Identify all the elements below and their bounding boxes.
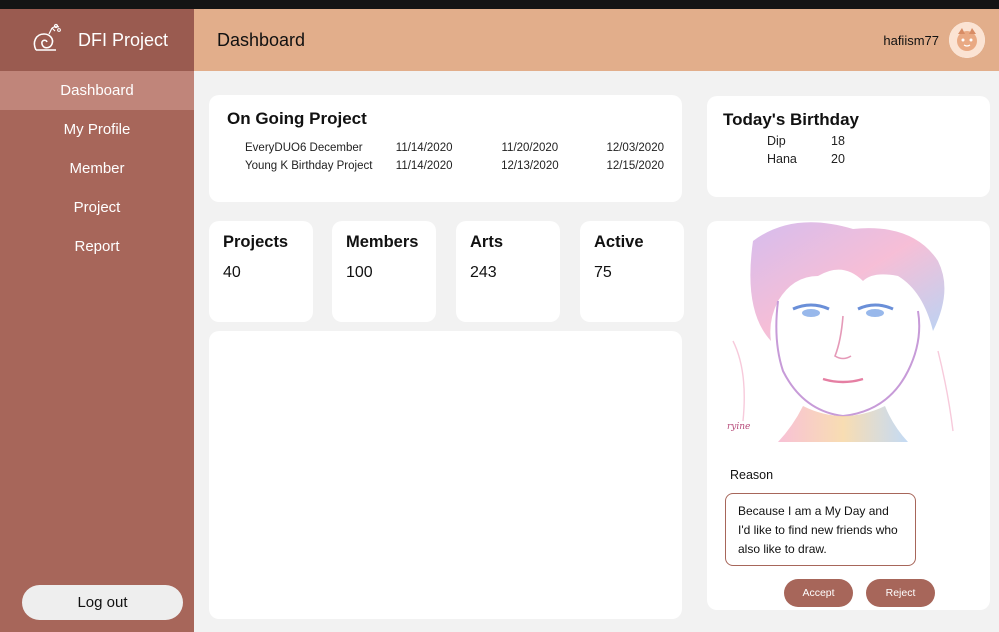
reason-label: Reason <box>730 468 774 482</box>
avatar[interactable] <box>949 22 985 58</box>
birthday-age: 18 <box>831 134 845 148</box>
stat-label: Members <box>346 233 419 251</box>
accept-button[interactable]: Accept <box>784 579 853 607</box>
birthday-card: Today's Birthday Dip 18 Hana 20 <box>707 96 990 197</box>
project-date: 12/15/2020 <box>606 160 664 172</box>
member-request-card: ryine Reason Because I am a My Day and I… <box>707 221 990 610</box>
window-top-bar <box>0 0 999 9</box>
table-row[interactable]: Young K Birthday Project 11/14/2020 12/1… <box>245 157 664 175</box>
stat-value: 40 <box>223 264 241 281</box>
project-name: EveryDUO6 December <box>245 142 363 154</box>
stat-value: 100 <box>346 264 373 281</box>
header: Dashboard hafiism77 <box>194 9 999 71</box>
birthday-age: 20 <box>831 152 845 166</box>
sidebar-nav: Dashboard My Profile Member Project Repo… <box>0 71 194 266</box>
sidebar-item-project[interactable]: Project <box>0 188 194 227</box>
project-name: Young K Birthday Project <box>245 160 373 172</box>
project-date: 11/14/2020 <box>395 160 453 172</box>
project-date: 11/20/2020 <box>501 142 559 154</box>
sidebar: DFI Project Dashboard My Profile Member … <box>0 9 194 632</box>
table-row[interactable]: EveryDUO6 December 11/14/2020 11/20/2020… <box>245 139 664 157</box>
project-date: 12/13/2020 <box>501 160 559 172</box>
ongoing-projects-title: On Going Project <box>227 109 367 128</box>
portrait-artwork: ryine <box>723 221 959 442</box>
content-panel <box>209 331 682 619</box>
sidebar-item-report[interactable]: Report <box>0 227 194 266</box>
app-name: DFI Project <box>78 29 169 50</box>
ongoing-projects-table: EveryDUO6 December 11/14/2020 11/20/2020… <box>245 139 664 175</box>
stat-card-members[interactable]: Members 100 <box>332 221 436 322</box>
stat-card-arts[interactable]: Arts 243 <box>456 221 560 322</box>
list-item: Hana 20 <box>723 152 974 166</box>
username[interactable]: hafiism77 <box>883 33 939 48</box>
project-date: 11/14/2020 <box>395 142 453 154</box>
sidebar-item-member[interactable]: Member <box>0 149 194 188</box>
logout-button[interactable]: Log out <box>22 585 183 620</box>
page-title: Dashboard <box>217 30 306 50</box>
birthday-title: Today's Birthday <box>723 110 859 129</box>
stat-label: Arts <box>470 233 504 251</box>
stat-label: Projects <box>223 233 289 251</box>
list-item: Dip 18 <box>723 134 974 148</box>
stat-value: 243 <box>470 264 497 281</box>
brain-logo-icon <box>33 23 61 51</box>
stat-label: Active <box>594 233 644 251</box>
stat-card-projects[interactable]: Projects 40 <box>209 221 313 322</box>
reject-button[interactable]: Reject <box>866 579 935 607</box>
sidebar-item-my-profile[interactable]: My Profile <box>0 110 194 149</box>
sidebar-item-dashboard[interactable]: Dashboard <box>0 71 194 110</box>
reason-text: Because I am a My Day and I'd like to fi… <box>725 493 916 566</box>
project-date: 12/03/2020 <box>606 142 664 154</box>
svg-text:ryine: ryine <box>727 422 750 432</box>
birthday-name: Hana <box>767 152 797 166</box>
ongoing-projects-card: On Going Project EveryDUO6 December 11/1… <box>209 95 682 202</box>
birthday-name: Dip <box>767 134 786 148</box>
brand[interactable]: DFI Project <box>0 9 194 71</box>
stat-value: 75 <box>594 264 612 281</box>
user-avatar-icon <box>949 22 985 58</box>
stat-card-active[interactable]: Active 75 <box>580 221 684 322</box>
